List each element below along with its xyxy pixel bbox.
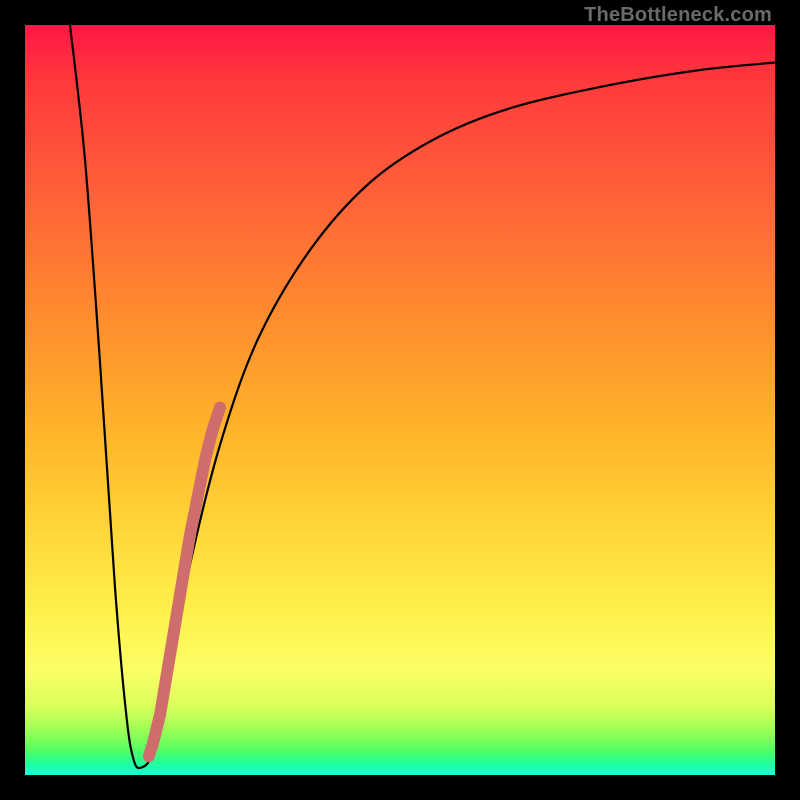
marker-dot (144, 752, 153, 761)
plot-area (25, 25, 775, 775)
chart-svg (25, 25, 775, 775)
watermark-text: TheBottleneck.com (584, 4, 772, 27)
marker-dot (147, 740, 158, 751)
marker-group (144, 408, 220, 761)
marker-segment (149, 408, 220, 757)
